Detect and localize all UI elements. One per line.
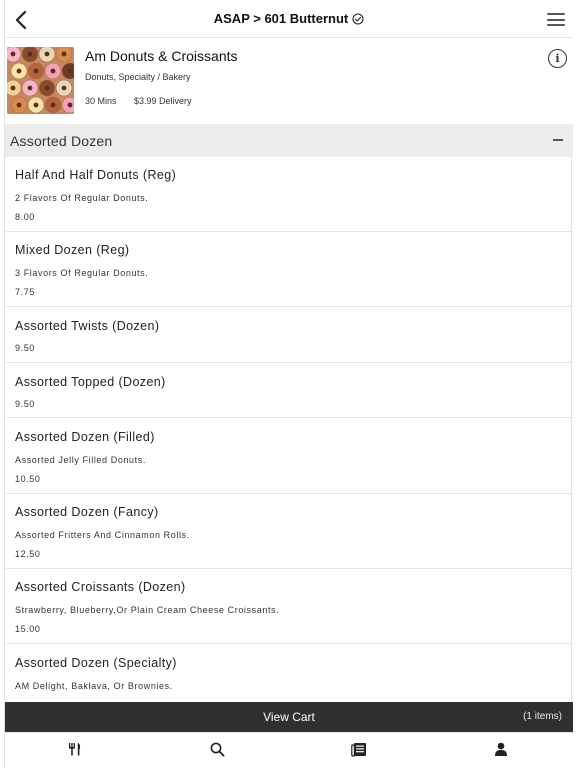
menu-item-name: Assorted Topped (Dozen) — [15, 375, 166, 389]
bottom-tab-bar — [5, 732, 573, 768]
view-cart-label: View Cart — [263, 710, 315, 724]
menu-item[interactable]: Assorted Dozen (Fancy) Assorted Fritters… — [5, 494, 573, 569]
menu-item-price: 9.50 — [15, 343, 35, 353]
menu-item-price: 9.50 — [15, 399, 35, 409]
page-title: ASAP > 601 Butternut — [213, 11, 349, 26]
collapse-minus-icon[interactable] — [553, 139, 563, 141]
category-title: Assorted Dozen — [10, 133, 113, 149]
store-info: Am Donuts & Croissants Donuts, Specialty… — [5, 38, 573, 124]
view-cart-button[interactable]: View Cart (1 items) — [5, 702, 573, 732]
user-icon — [495, 742, 507, 756]
cart-item-count: (1 items) — [523, 711, 562, 722]
app-frame: ASAP > 601 Butternut Am Donuts & Croissa… — [4, 0, 573, 768]
menu-item-name: Assorted Croissants (Dozen) — [15, 580, 186, 594]
menu-item-description: 3 Flavors Of Regular Donuts. — [15, 268, 149, 278]
menu-item[interactable]: Half And Half Donuts (Reg) 2 Flavors Of … — [5, 157, 573, 232]
menu-item-description: 2 Flavors Of Regular Donuts. — [15, 193, 149, 203]
menu-item[interactable]: Mixed Dozen (Reg) 3 Flavors Of Regular D… — [5, 232, 573, 307]
menu-item[interactable]: Assorted Topped (Dozen) 9.50 — [5, 363, 573, 418]
top-bar: ASAP > 601 Butternut — [5, 0, 573, 38]
donuts-image — [7, 47, 74, 114]
menu-item[interactable]: Assorted Dozen (Specialty) AM Delight, B… — [5, 644, 573, 704]
menu-item[interactable]: Assorted Dozen (Filled) Assorted Jelly F… — [5, 418, 573, 494]
menu-item-price: 10.50 — [15, 474, 41, 484]
menu-item-price: 12.50 — [15, 549, 41, 559]
menu-item-name: Assorted Dozen (Specialty) — [15, 656, 177, 670]
receipt-icon — [351, 742, 366, 757]
info-icon[interactable]: i — [548, 49, 567, 68]
check-circle-icon — [352, 12, 364, 25]
menu-item-name: Assorted Dozen (Filled) — [15, 430, 155, 444]
menu-item-price: 8.00 — [15, 212, 35, 222]
menu-item-price: 7.75 — [15, 287, 35, 297]
tab-search[interactable] — [187, 733, 247, 765]
tab-menu[interactable] — [45, 733, 105, 765]
store-categories: Donuts, Specialty / Bakery — [85, 72, 191, 82]
menu-item-name: Assorted Twists (Dozen) — [15, 319, 160, 333]
menu-item-list: Half And Half Donuts (Reg) 2 Flavors Of … — [5, 157, 573, 704]
delivery-time: 30 Mins — [85, 96, 117, 106]
menu-item-name: Assorted Dozen (Fancy) — [15, 505, 159, 519]
menu-item-description: Assorted Jelly Filled Donuts. — [15, 455, 146, 465]
menu-item[interactable]: Assorted Croissants (Dozen) Strawberry, … — [5, 569, 573, 644]
delivery-selector[interactable]: ASAP > 601 Butternut — [5, 11, 573, 26]
delivery-fee: $3.99 Delivery — [134, 96, 192, 106]
fork-knife-icon — [69, 743, 81, 756]
menu-item-description: Strawberry, Blueberry,Or Plain Cream Che… — [15, 605, 280, 615]
hamburger-menu-icon[interactable] — [547, 13, 565, 26]
category-header[interactable]: Assorted Dozen — [5, 124, 573, 157]
menu-item-price: 15.00 — [15, 624, 41, 634]
search-icon — [210, 742, 225, 757]
menu-item-description: AM Delight, Baklava, Or Brownies. — [15, 681, 173, 691]
store-name: Am Donuts & Croissants — [85, 48, 238, 64]
menu-item-description: Assorted Fritters And Cinnamon Rolls. — [15, 530, 190, 540]
menu-item[interactable]: Assorted Twists (Dozen) 9.50 — [5, 307, 573, 363]
tab-account[interactable] — [471, 733, 531, 765]
tab-orders[interactable] — [329, 733, 389, 765]
store-thumbnail — [7, 47, 74, 114]
menu-item-name: Mixed Dozen (Reg) — [15, 243, 130, 257]
menu-item-name: Half And Half Donuts (Reg) — [15, 168, 177, 182]
